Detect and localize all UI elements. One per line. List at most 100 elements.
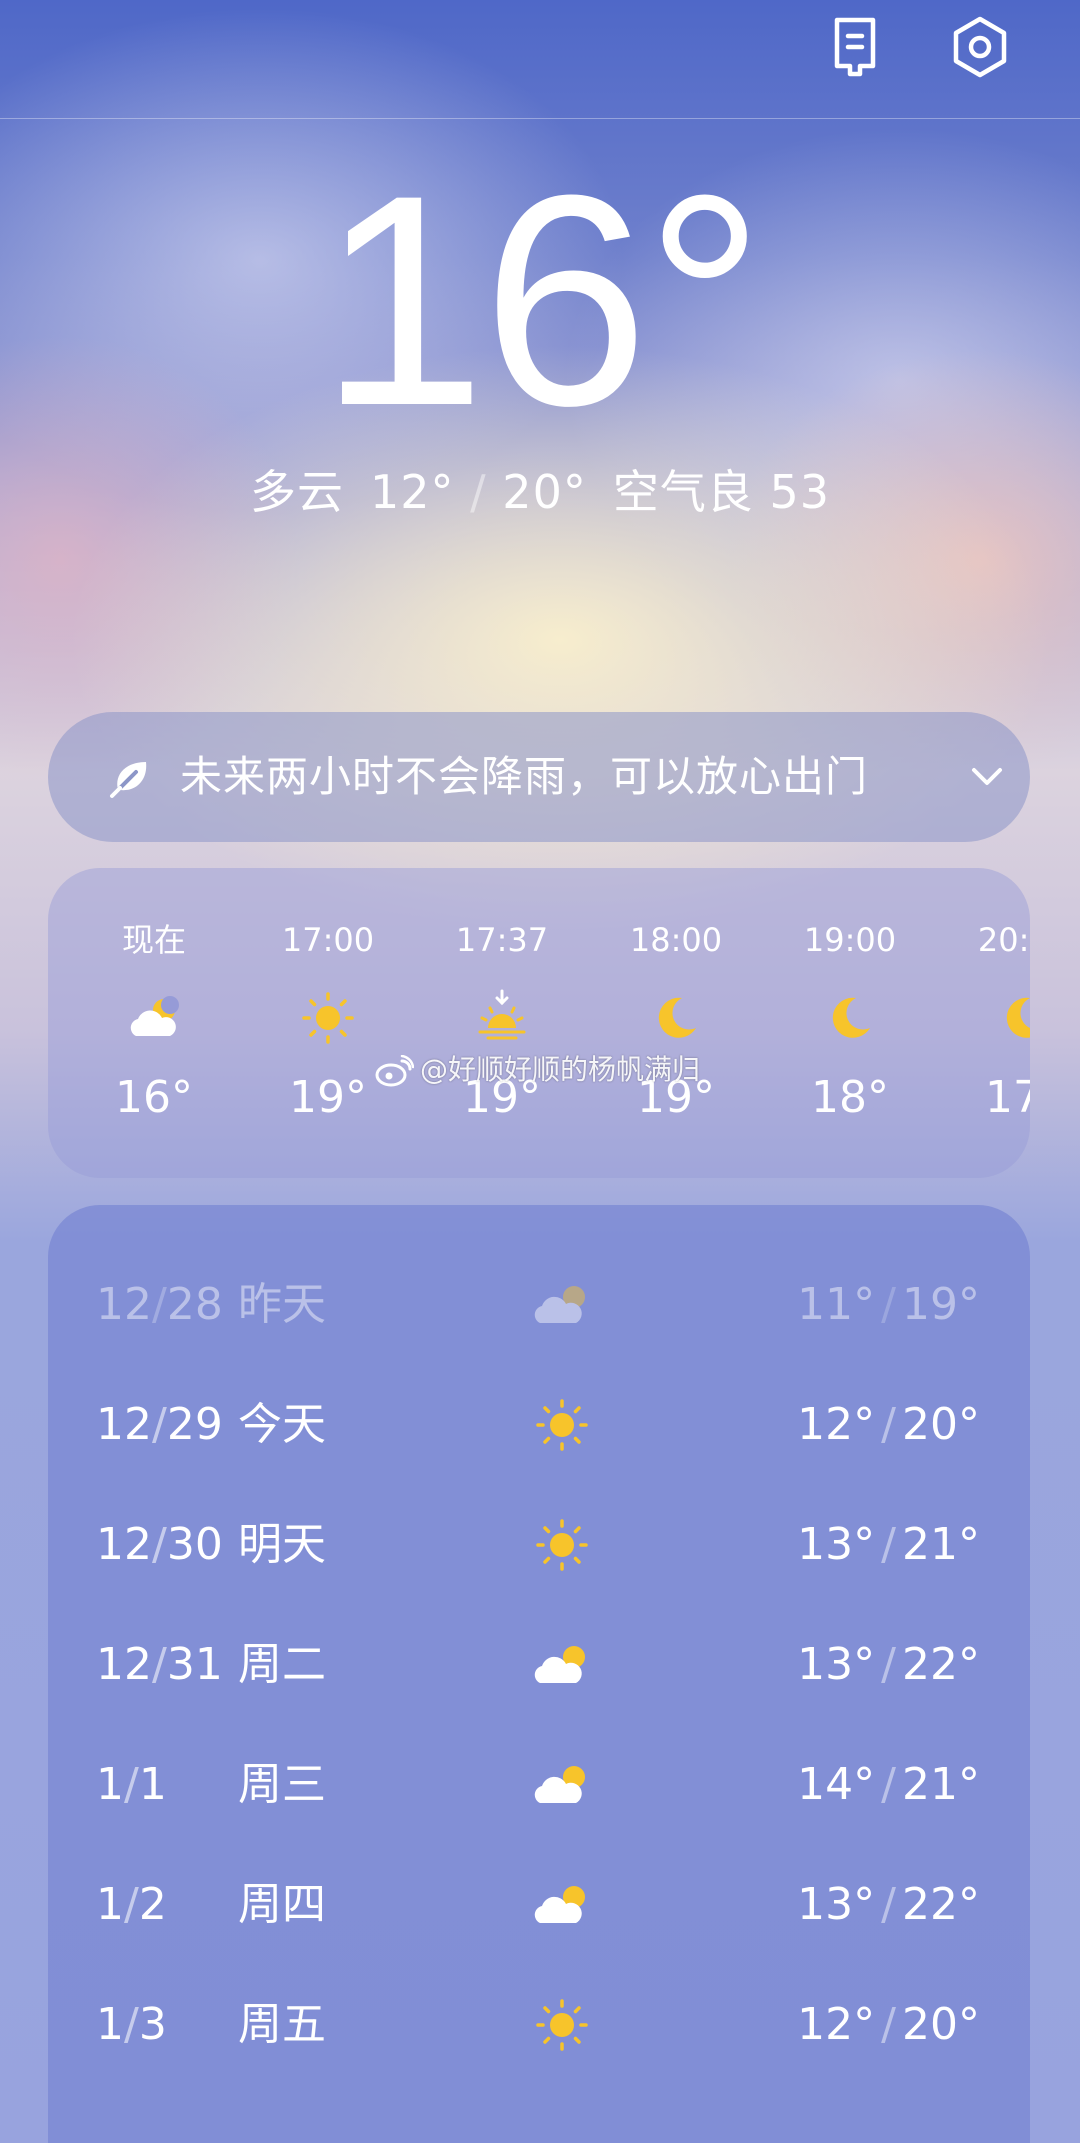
day-high: 21° (902, 1759, 980, 1810)
day-date: 1/1 (96, 1755, 167, 1815)
today-low: 12° (370, 465, 455, 519)
date-day: 31 (166, 1639, 223, 1690)
day-temp-range: 13°/22° (797, 1635, 980, 1695)
date-month: 1 (96, 1759, 124, 1810)
report-icon[interactable] (822, 14, 888, 80)
partly-cloudy-icon (534, 1286, 585, 1323)
day-low: 11° (797, 1279, 876, 1330)
weibo-logo-icon (375, 1054, 415, 1087)
date-slash: / (152, 1279, 167, 1330)
date-slash: / (152, 1519, 167, 1570)
hour-item: 18:00 19° (596, 868, 756, 1178)
date-month: 1 (96, 1999, 124, 2050)
day-date: 12/28 (96, 1275, 223, 1335)
range-slash: / (881, 1399, 896, 1450)
hourly-forecast[interactable]: 现在 16° 17:00 19° 17:37 19° 18:00 19° 19:… (48, 868, 1030, 1178)
day-high: 22° (902, 1639, 980, 1690)
day-low: 13° (797, 1639, 876, 1690)
daily-row[interactable]: 1/3 周五 12°/20° (48, 1965, 1030, 2085)
sunset-icon (478, 989, 526, 1040)
hour-time: 18:00 (629, 921, 723, 959)
daily-row[interactable]: 12/28 昨天 11°/19° (48, 1245, 1030, 1365)
sun-icon (302, 992, 354, 1044)
day-temp-range: 13°/22° (797, 1875, 980, 1935)
date-day: 29 (166, 1399, 223, 1450)
range-slash: / (881, 1759, 896, 1810)
date-month: 12 (96, 1399, 152, 1450)
day-date: 1/2 (96, 1875, 167, 1935)
day-high: 19° (902, 1279, 980, 1330)
day-name: 昨天 (238, 1279, 326, 1330)
hour-item: 19:00 18° (770, 868, 930, 1178)
range-slash: / (881, 1999, 896, 2050)
day-date: 12/31 (96, 1635, 223, 1695)
condition-label: 多云 (250, 465, 344, 519)
daily-row[interactable]: 1/1 周三 14°/21° (48, 1725, 1030, 1845)
day-high: 20° (902, 1399, 980, 1450)
current-temperature: 16° (319, 132, 765, 468)
daily-row[interactable]: 12/29 今天 12°/20° (48, 1365, 1030, 1485)
air-quality[interactable]: 空气良 53 (613, 465, 830, 519)
hour-temp: 16° (115, 1072, 193, 1123)
day-low: 12° (797, 1399, 876, 1450)
range-separator: / (470, 465, 487, 519)
weather-summary: 多云 12° / 20° 空气良 53 (0, 462, 1080, 522)
day-high: 21° (902, 1519, 980, 1570)
hour-time: 20:00 (977, 921, 1030, 959)
watermark: @好顺好顺的杨帆满归 (374, 1050, 700, 1090)
date-day: 1 (138, 1759, 167, 1810)
sun-icon (536, 1519, 588, 1571)
top-bar (0, 0, 1080, 119)
partly-cloudy-icon (534, 1766, 585, 1803)
day-low: 12° (797, 1999, 876, 2050)
date-month: 12 (96, 1519, 152, 1570)
day-date: 12/29 (96, 1395, 223, 1455)
day-high: 22° (902, 1879, 980, 1930)
hour-item: 20:00 17° (944, 868, 1030, 1178)
date-slash: / (152, 1639, 167, 1690)
hour-item: 17:37 19° (422, 868, 582, 1178)
today-high: 20° (502, 465, 587, 519)
day-low: 13° (797, 1519, 876, 1570)
date-month: 1 (96, 1879, 124, 1930)
range-slash: / (881, 1879, 896, 1930)
hour-temp: 18° (811, 1072, 889, 1123)
day-date: 12/30 (96, 1515, 223, 1575)
daily-row[interactable]: 12/30 明天 13°/21° (48, 1485, 1030, 1605)
daily-row[interactable]: 1/2 周四 13°/22° (48, 1845, 1030, 1965)
partly-cloudy-icon (534, 1886, 585, 1923)
date-month: 12 (96, 1639, 152, 1690)
day-low: 13° (797, 1879, 876, 1930)
sun-icon (536, 1999, 588, 2051)
day-name: 周四 (238, 1879, 326, 1930)
day-temp-range: 11°/19° (797, 1275, 980, 1335)
no-rain-leaf-icon (110, 762, 147, 798)
moon-icon (658, 997, 696, 1038)
daily-forecast: 12/28 昨天 11°/19° 12/29 今天 12°/20° 12/30 … (48, 1205, 1030, 2143)
day-name: 明天 (238, 1519, 326, 1570)
day-temp-range: 12°/20° (797, 1995, 980, 2055)
rain-forecast-banner[interactable]: 未来两小时不会降雨，可以放心出门 (48, 712, 1030, 842)
day-name: 周二 (238, 1639, 326, 1690)
day-name: 周三 (238, 1759, 326, 1810)
date-day: 28 (166, 1279, 223, 1330)
range-slash: / (881, 1279, 896, 1330)
gear-icon[interactable] (947, 14, 1013, 80)
date-month: 12 (96, 1279, 152, 1330)
range-slash: / (881, 1519, 896, 1570)
partly-cloudy-icon (534, 1646, 585, 1683)
day-date: 1/3 (96, 1995, 167, 2055)
hour-time: 19:00 (803, 921, 897, 959)
date-day: 30 (166, 1519, 223, 1570)
date-day: 3 (138, 1999, 167, 2050)
range-slash: / (881, 1639, 896, 1690)
hour-time: 17:37 (455, 921, 549, 959)
watermark-text: @好顺好顺的杨帆满归 (420, 1053, 701, 1086)
daily-row[interactable]: 12/31 周二 13°/22° (48, 1605, 1030, 1725)
hour-time: 现在 (121, 921, 186, 959)
hour-item: 17:00 19° (248, 868, 408, 1178)
chevron-down-icon[interactable] (964, 754, 1010, 800)
day-name: 周五 (238, 1999, 326, 2050)
day-temp-range: 14°/21° (797, 1755, 980, 1815)
day-high: 20° (902, 1999, 980, 2050)
